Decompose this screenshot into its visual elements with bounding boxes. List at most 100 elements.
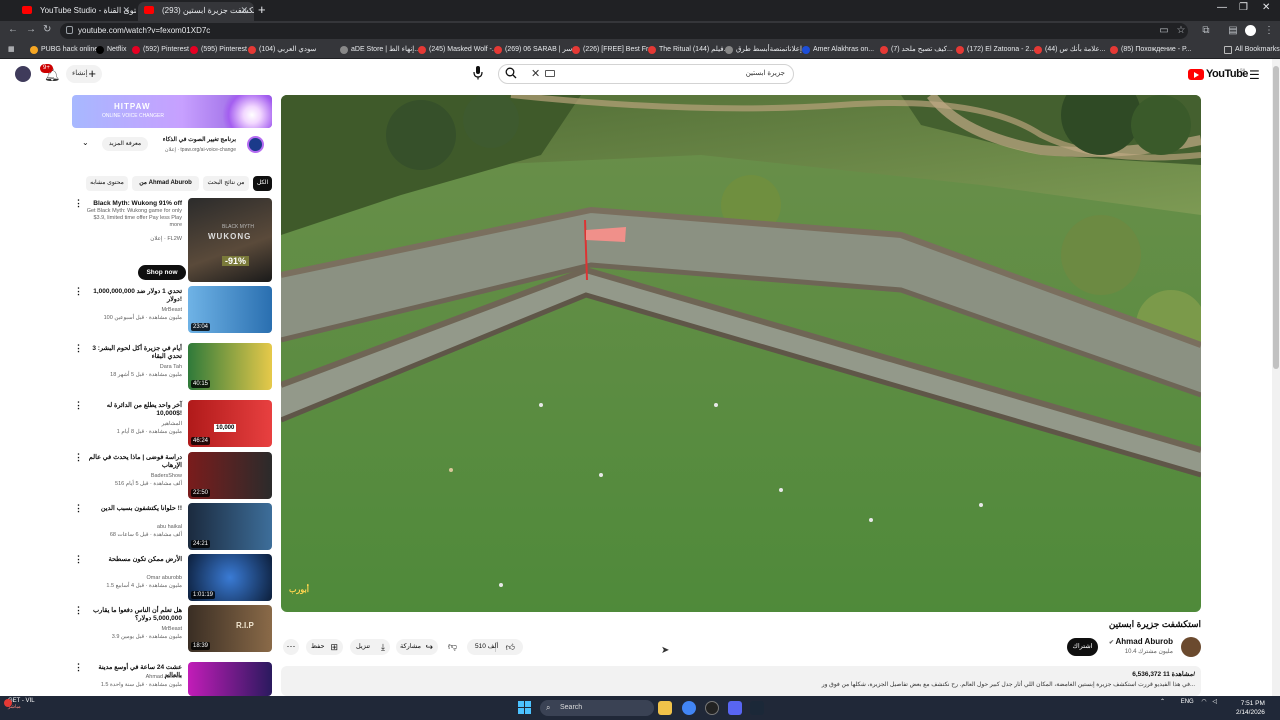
address-bar[interactable]: youtube.com/watch?v=fexom01XD7c	[60, 23, 1188, 39]
close-tab-icon[interactable]: ✕	[122, 2, 130, 19]
thumbnail[interactable]: 22:50	[188, 452, 272, 499]
list-item[interactable]: 22:50 دراسة فوضى | ماذا يحدث في عالم الإ…	[72, 452, 272, 499]
bookmark-item[interactable]: Amer Alakhras on...	[802, 44, 874, 56]
bookmark-item[interactable]: (7) كيف تصبح ملحد...	[880, 44, 953, 56]
file-explorer-icon[interactable]	[658, 701, 672, 715]
list-item[interactable]: 24:21 حلوانا يكتشفون بسبب الدين !! abu h…	[72, 503, 272, 550]
system-clock[interactable]: 7:51 PM 2/14/2026	[1236, 699, 1265, 717]
more-options-icon[interactable]: ⋮	[74, 343, 83, 354]
list-item[interactable]: R.I.P 18:39 هل تعلم أن الناس دفعوا ما يق…	[72, 605, 272, 652]
create-button[interactable]: إنشاء +	[66, 65, 102, 83]
save-button[interactable]: ⊞ حفظ	[306, 639, 343, 655]
tab-youtube-studio[interactable]: YouTube Studio - محتوى القناة ✕	[16, 2, 136, 21]
maximize-icon[interactable]: ❐	[1239, 2, 1248, 13]
bookmark-item[interactable]: (269) 06 SARAB | سر...	[494, 44, 578, 56]
new-tab-button[interactable]: +	[258, 2, 266, 18]
thumbnail[interactable]: WUKONG BLACK MYTH -91%	[188, 198, 272, 282]
search-input[interactable]: جزيرة ابستين	[746, 69, 785, 77]
share-button[interactable]: ↪ مشاركة	[396, 639, 438, 655]
channel-name[interactable]: ✔︎ Ahmad Aburob	[1109, 637, 1173, 646]
youtube-logo[interactable]: YouTube SA	[1188, 67, 1248, 81]
thumbnail[interactable]: 40:15	[188, 343, 272, 390]
more-options-icon[interactable]: ⋮	[74, 198, 83, 209]
description-box[interactable]: 6,536,372 مشاهدة 11/ في هذا الفيديو قررت…	[281, 666, 1201, 696]
more-options-icon[interactable]: ⋮	[74, 400, 83, 411]
account-avatar[interactable]	[15, 66, 31, 82]
chip-from-channel[interactable]: من Ahmad Aburob	[132, 176, 199, 191]
chip-from-search[interactable]: من نتائج البحث	[203, 176, 249, 191]
ad-card[interactable]: برنامج تغيير الصوت في الذكاء إعلان · tpa…	[72, 128, 272, 162]
windows-start-icon[interactable]	[518, 701, 532, 715]
search-box[interactable]: ✕ جزيرة ابستين	[498, 64, 794, 84]
list-item[interactable]: 10,000 46:24 آخر واحد يطلع من الدائرة له…	[72, 400, 272, 447]
system-tray[interactable]: ⌃ ENG ◠ ◁	[1160, 698, 1217, 705]
channel-avatar[interactable]	[1181, 637, 1201, 657]
sidepanel-icon[interactable]: ▤	[1227, 25, 1239, 37]
cast-icon[interactable]: ▭	[1158, 25, 1170, 37]
taskbar-search[interactable]: ⌕ Search	[540, 700, 654, 716]
thumbnail[interactable]: 24:21	[188, 503, 272, 550]
learn-more-button[interactable]: معرفة المزيد	[102, 137, 148, 151]
bookmark-item[interactable]: (226) [FREE] Best Fr...	[572, 44, 654, 56]
bookmark-item[interactable]: (85) Похождение - P...	[1110, 44, 1192, 56]
minimize-icon[interactable]: —	[1217, 2, 1227, 13]
scrollbar-thumb[interactable]	[1273, 66, 1279, 369]
bookmark-item[interactable]: (245) Masked Wolf -...	[418, 44, 498, 56]
thumbnail[interactable]: 23:04	[188, 286, 272, 333]
search-icon[interactable]	[505, 67, 517, 82]
list-item[interactable]: 1:01:19 الأرض ممكن تكون مسطحة Omar aburo…	[72, 554, 272, 601]
apps-icon[interactable]: ▦	[8, 44, 15, 56]
keyboard-icon[interactable]	[545, 70, 555, 77]
more-actions-button[interactable]: ⋯	[283, 639, 299, 655]
all-bookmarks[interactable]: All Bookmarks	[1224, 44, 1280, 56]
app-icon[interactable]	[705, 701, 719, 715]
like-button[interactable]: 👍︎ 510 ألف	[467, 639, 523, 655]
site-info-icon[interactable]	[66, 26, 73, 34]
clear-search-icon[interactable]: ✕	[531, 67, 540, 80]
more-options-icon[interactable]: ⋮	[74, 503, 83, 514]
bookmark-item[interactable]: Netflix	[96, 44, 126, 56]
more-options-icon[interactable]: ⋮	[74, 286, 83, 297]
bookmark-item[interactable]: إعلاناتمنصةأبسط طرق...	[725, 44, 808, 56]
voice-search-mic-icon[interactable]	[471, 66, 485, 82]
bookmark-item[interactable]: (595) Pinterest	[190, 44, 247, 56]
bookmark-item[interactable]: (172) El Zatoona - 2...	[956, 44, 1035, 56]
bookmark-star-icon[interactable]: ☆	[1175, 25, 1187, 37]
thumbnail[interactable]: R.I.P 18:39	[188, 605, 272, 652]
back-icon[interactable]: ←	[8, 24, 18, 35]
bookmark-item[interactable]: (592) Pinterest	[132, 44, 189, 56]
browser-menu-icon[interactable]: ⋮	[1263, 25, 1275, 37]
chevron-down-icon[interactable]: ⌄	[82, 138, 89, 147]
close-tab-icon[interactable]: ✕	[240, 2, 248, 19]
dislike-button[interactable]: 👎︎	[448, 641, 457, 652]
list-item-sponsored[interactable]: WUKONG BLACK MYTH -91% Black Myth: Wukon…	[72, 198, 272, 282]
more-options-icon[interactable]: ⋮	[74, 452, 83, 463]
bookmark-item[interactable]: (104) سودي العربي	[248, 44, 316, 56]
close-window-icon[interactable]: ✕	[1262, 2, 1270, 13]
discord-icon[interactable]	[728, 701, 742, 715]
ad-banner[interactable]: HITPAW ONLINE VOICE CHANGER	[72, 95, 272, 128]
chrome-icon[interactable]	[682, 701, 696, 715]
bookmark-item[interactable]: PUBG hack online	[30, 44, 98, 56]
chip-all[interactable]: الكل	[253, 176, 272, 191]
bookmark-item[interactable]: (44) علامة بأنك س...	[1034, 44, 1105, 56]
bookmark-item[interactable]: aDE Store | إنهاء الط...	[340, 44, 420, 56]
shop-now-button[interactable]: Shop now	[138, 265, 186, 280]
list-item[interactable]: 40:15 3 أيام في جزيرة أكل لحوم البشر: تح…	[72, 343, 272, 390]
profile-icon[interactable]	[1245, 25, 1256, 36]
list-item[interactable]: عشت 24 ساعة في أوسع مدينة بالعالم Ahmad …	[72, 662, 272, 696]
subscribe-button[interactable]: اشتراك	[1067, 638, 1098, 656]
more-options-icon[interactable]: ⋮	[74, 554, 83, 565]
video-player[interactable]: أبورب	[281, 95, 1201, 612]
more-options-icon[interactable]: ⋮	[74, 662, 83, 673]
reload-icon[interactable]: ↻	[43, 24, 51, 35]
steam-icon[interactable]	[750, 701, 764, 715]
chip-similar[interactable]: محتوى مشابه	[86, 176, 128, 191]
list-item[interactable]: 23:04 تحدي 1 دولار ضد 1,000,000,000 دولا…	[72, 286, 272, 333]
thumbnail[interactable]: 1:01:19	[188, 554, 272, 601]
more-options-icon[interactable]: ⋮	[74, 605, 83, 616]
menu-hamburger-icon[interactable]: ☰	[1249, 68, 1260, 82]
extensions-icon[interactable]: ⧉	[1200, 25, 1212, 37]
tab-active-video[interactable]: (293) استكشفت جزيرة ابستين ✕	[138, 2, 254, 21]
bookmark-item[interactable]: The Ritual (144) فيلم...	[648, 44, 729, 56]
